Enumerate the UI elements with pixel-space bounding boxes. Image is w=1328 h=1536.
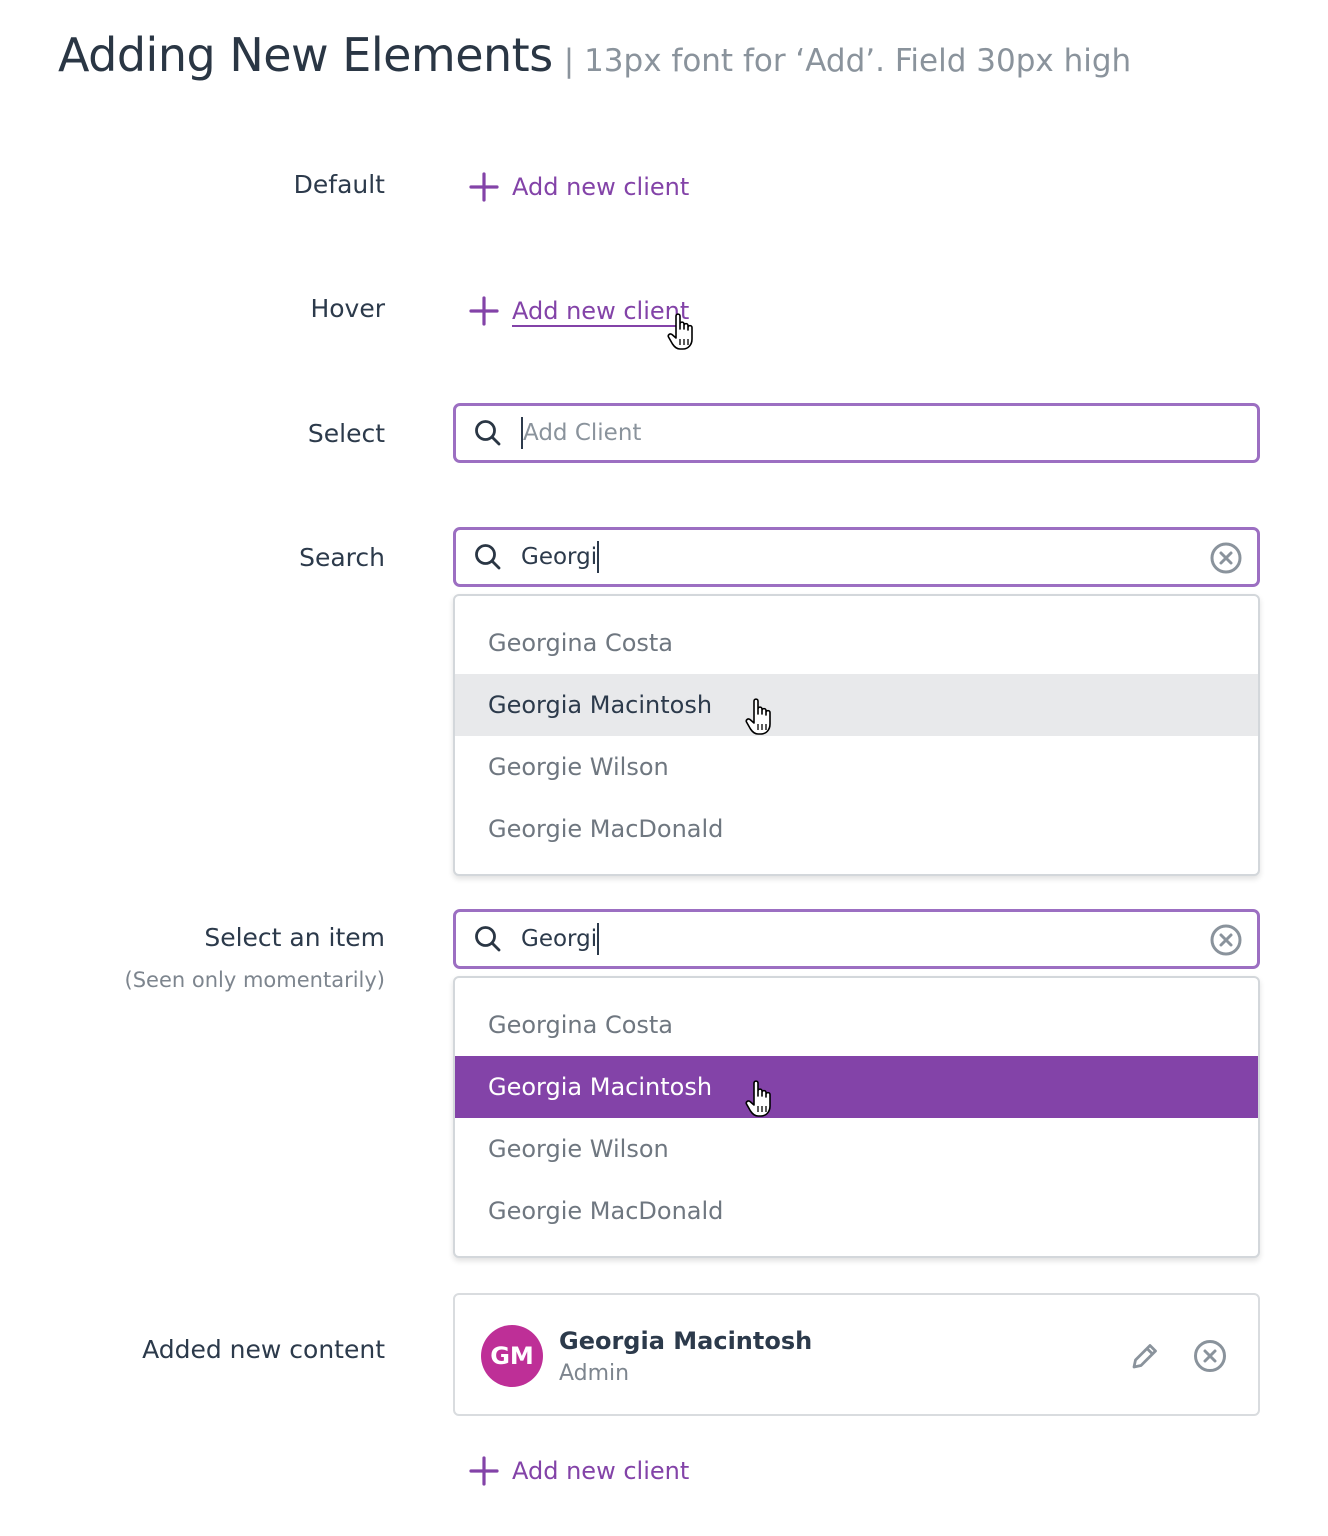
page-header: Adding New Elements | 13px font for ‘Add… [58, 28, 1131, 82]
add-new-client-link-hover[interactable]: Add new client [468, 291, 689, 331]
search-results-dropdown: Georgina Costa Georgia Macintosh Georgie… [453, 594, 1260, 876]
client-name: Georgia Macintosh [559, 1327, 813, 1355]
page-title: Adding New Elements [58, 28, 553, 82]
search-query: Georgi [521, 926, 598, 952]
field-placeholder: Add Client [523, 420, 642, 446]
select-results-dropdown: Georgina Costa Georgia Macintosh Georgie… [453, 976, 1260, 1258]
search-query: Georgi [521, 544, 598, 570]
row-sublabel-select-item: (Seen only momentarily) [124, 968, 385, 992]
add-new-client-link-bottom[interactable]: Add new client [468, 1451, 689, 1491]
dropdown-option-hovered[interactable]: Georgia Macintosh [455, 674, 1258, 736]
dropdown-option[interactable]: Georgie Wilson [455, 1118, 1258, 1180]
text-caret [597, 541, 600, 573]
dropdown-option[interactable]: Georgie MacDonald [455, 798, 1258, 860]
dropdown-option[interactable]: Georgie MacDonald [455, 1180, 1258, 1242]
row-label-search: Search [299, 543, 385, 572]
search-icon [475, 544, 501, 570]
avatar: GM [481, 1325, 543, 1387]
row-label-select: Select [307, 419, 385, 448]
plus-icon [469, 1456, 499, 1486]
plus-icon [469, 296, 499, 326]
pointer-hand-icon [745, 698, 771, 735]
plus-icon [469, 172, 499, 202]
add-client-select-field[interactable]: Add Client [453, 403, 1260, 463]
client-search-field-selecting[interactable]: Georgi [453, 909, 1260, 969]
add-new-client-link-default[interactable]: Add new client [468, 167, 689, 207]
row-label-select-item: Select an item [204, 923, 385, 952]
pointer-hand-icon [745, 1080, 771, 1117]
text-caret [597, 923, 600, 955]
clear-icon[interactable] [1209, 541, 1243, 575]
row-label-hover: Hover [310, 294, 385, 323]
pointer-hand-icon [667, 313, 693, 350]
dropdown-option[interactable]: Georgina Costa [455, 994, 1258, 1056]
dropdown-option-selected[interactable]: Georgia Macintosh [455, 1056, 1258, 1118]
remove-icon[interactable] [1192, 1338, 1228, 1374]
add-new-client-label: Add new client [512, 297, 690, 325]
row-label-added: Added new content [142, 1335, 385, 1364]
search-icon [475, 926, 501, 952]
pencil-icon[interactable] [1128, 1339, 1162, 1373]
client-search-field[interactable]: Georgi [453, 527, 1260, 587]
dropdown-option[interactable]: Georgie Wilson [455, 736, 1258, 798]
clear-icon[interactable] [1209, 923, 1243, 957]
dropdown-option[interactable]: Georgina Costa [455, 612, 1258, 674]
search-icon [475, 420, 501, 446]
row-label-default: Default [293, 170, 385, 199]
client-role: Admin [559, 1361, 630, 1386]
add-new-client-label: Add new client [512, 173, 690, 201]
add-new-client-label: Add new client [512, 1457, 690, 1485]
page-subtitle: | 13px font for ‘Add’. Field 30px high [563, 43, 1132, 79]
client-card: GM Georgia Macintosh Admin [453, 1293, 1260, 1416]
